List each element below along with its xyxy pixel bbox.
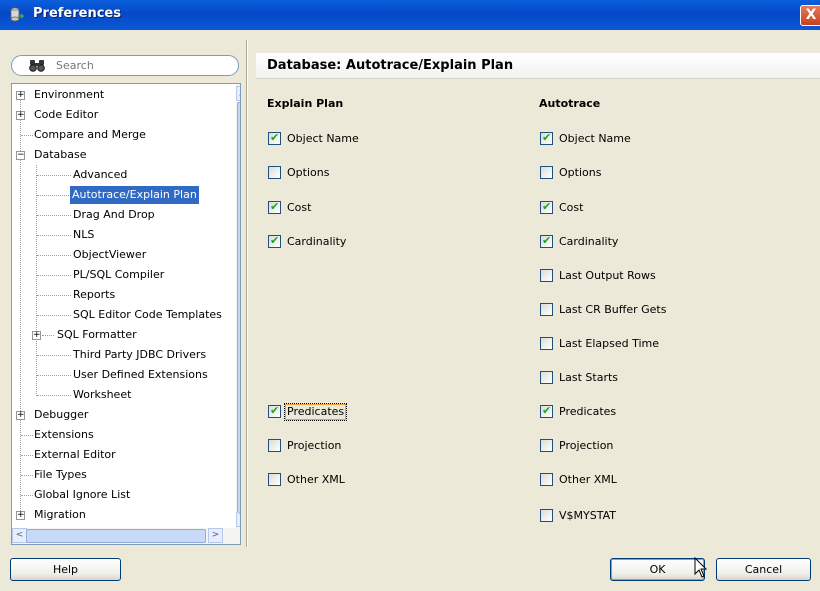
checkbox-label: Predicates bbox=[283, 403, 348, 421]
panel-header: Database: Autotrace/Explain Plan bbox=[256, 53, 820, 79]
checkbox-label: Other XML bbox=[287, 473, 345, 486]
scroll-right-button[interactable]: > bbox=[208, 528, 223, 543]
checkbox[interactable] bbox=[540, 509, 553, 522]
search-box[interactable] bbox=[11, 55, 239, 76]
tree-horizontal-scrollbar[interactable]: < > bbox=[12, 528, 240, 544]
tree-item-reports[interactable]: Reports bbox=[73, 286, 115, 304]
checkbox-label: Projection bbox=[559, 439, 614, 452]
checkbox-label: Projection bbox=[287, 439, 342, 452]
tree-item-worksheet[interactable]: Worksheet bbox=[73, 386, 131, 404]
checkbox[interactable] bbox=[540, 234, 553, 248]
close-icon: X bbox=[805, 7, 817, 23]
tree-item-objectviewer[interactable]: ObjectViewer bbox=[73, 246, 146, 264]
checkbox[interactable] bbox=[540, 303, 553, 316]
expand-icon[interactable]: + bbox=[16, 111, 25, 120]
title-bar: Preferences X bbox=[0, 0, 820, 30]
checkbox-label: Last CR Buffer Gets bbox=[559, 303, 667, 316]
checkbox-label: Other XML bbox=[559, 473, 617, 486]
checkbox[interactable] bbox=[540, 269, 553, 282]
checkbox[interactable] bbox=[540, 166, 553, 179]
checkbox[interactable] bbox=[540, 131, 553, 145]
checkbox[interactable] bbox=[268, 404, 281, 418]
tree-item-code-editor[interactable]: Code Editor bbox=[34, 106, 98, 124]
tree-item-user-defined-extensions[interactable]: User Defined Extensions bbox=[73, 366, 208, 384]
tree-item-sql-formatter[interactable]: SQL Formatter bbox=[57, 326, 137, 344]
close-button[interactable]: X bbox=[800, 5, 820, 26]
checkbox-label: Last Elapsed Time bbox=[559, 337, 660, 350]
checkbox[interactable] bbox=[268, 439, 281, 452]
checkbox[interactable] bbox=[268, 166, 281, 179]
tree-item-autotrace-explain-plan[interactable]: Autotrace/Explain Plan bbox=[70, 186, 199, 204]
checkbox-label: Cardinality bbox=[559, 235, 619, 248]
scroll-up-button[interactable]: ︿ bbox=[236, 86, 240, 101]
tree-item-third-party-jdbc-drivers[interactable]: Third Party JDBC Drivers bbox=[73, 346, 206, 364]
checkbox[interactable] bbox=[540, 404, 553, 418]
window-title: Preferences bbox=[33, 6, 121, 21]
checkbox[interactable] bbox=[540, 200, 553, 214]
tree-item-global-ignore-list[interactable]: Global Ignore List bbox=[34, 486, 130, 504]
tree-item-external-editor[interactable]: External Editor bbox=[34, 446, 116, 464]
checkbox[interactable] bbox=[540, 371, 553, 384]
checkbox-label: Cost bbox=[287, 201, 312, 214]
expand-icon[interactable]: + bbox=[16, 91, 25, 100]
tree-item-debugger[interactable]: Debugger bbox=[34, 406, 88, 424]
checkbox-label: Cardinality bbox=[287, 235, 347, 248]
checkbox-label: Cost bbox=[559, 201, 584, 214]
checkbox-label: Options bbox=[287, 166, 330, 179]
page-title: Database: Autotrace/Explain Plan bbox=[267, 58, 514, 73]
checkbox[interactable] bbox=[268, 200, 281, 214]
scroll-thumb[interactable] bbox=[237, 102, 240, 522]
checkbox-label: Object Name bbox=[559, 132, 631, 145]
preferences-tree[interactable]: + Environment + Code Editor Compare and … bbox=[11, 83, 241, 545]
cancel-button[interactable]: Cancel bbox=[716, 558, 811, 581]
tree-item-drag-and-drop[interactable]: Drag And Drop bbox=[73, 206, 155, 224]
section-heading-autotrace: Autotrace bbox=[539, 97, 601, 110]
collapse-icon[interactable]: − bbox=[16, 151, 25, 160]
checkbox[interactable] bbox=[540, 337, 553, 350]
tree-item-extensions[interactable]: Extensions bbox=[34, 426, 94, 444]
mouse-cursor-icon bbox=[694, 557, 708, 578]
expand-icon[interactable]: + bbox=[16, 511, 25, 520]
preferences-app-icon bbox=[10, 7, 24, 22]
tree-item-nls[interactable]: NLS bbox=[73, 226, 94, 244]
checkbox-label: Object Name bbox=[287, 132, 359, 145]
tree-item-migration[interactable]: Migration bbox=[34, 506, 86, 524]
checkbox[interactable] bbox=[540, 439, 553, 452]
tree-item-compare-and-merge[interactable]: Compare and Merge bbox=[34, 126, 146, 144]
tree-item-database[interactable]: Database bbox=[34, 146, 87, 164]
search-input[interactable] bbox=[56, 58, 231, 73]
checkbox[interactable] bbox=[268, 131, 281, 145]
checkbox-label: V$MYSTAT bbox=[559, 509, 616, 522]
tree-item-sql-editor-code-templates[interactable]: SQL Editor Code Templates bbox=[73, 306, 222, 324]
expand-icon[interactable]: + bbox=[16, 411, 25, 420]
tree-vertical-scrollbar[interactable]: ︿ ﹀ bbox=[236, 84, 240, 528]
scroll-left-button[interactable]: < bbox=[12, 528, 27, 543]
checkbox[interactable] bbox=[268, 473, 281, 486]
checkbox-label: Last Output Rows bbox=[559, 269, 656, 282]
scroll-down-button[interactable]: ﹀ bbox=[236, 512, 240, 527]
checkbox-label: Predicates bbox=[559, 405, 617, 418]
ok-button[interactable]: OK bbox=[610, 558, 705, 581]
tree-item-plsql-compiler[interactable]: PL/SQL Compiler bbox=[73, 266, 164, 284]
help-button[interactable]: Help bbox=[10, 558, 121, 581]
binoculars-icon bbox=[29, 60, 45, 72]
scroll-thumb[interactable] bbox=[26, 529, 206, 543]
checkbox-label: Last Starts bbox=[559, 371, 619, 384]
expand-icon[interactable]: + bbox=[32, 331, 41, 340]
tree-item-environment[interactable]: Environment bbox=[34, 86, 104, 104]
tree-item-advanced[interactable]: Advanced bbox=[73, 166, 127, 184]
section-heading-explain-plan: Explain Plan bbox=[267, 97, 344, 110]
tree-item-file-types[interactable]: File Types bbox=[34, 466, 87, 484]
checkbox-label: Options bbox=[559, 166, 602, 179]
checkbox[interactable] bbox=[540, 473, 553, 486]
checkbox[interactable] bbox=[268, 234, 281, 248]
